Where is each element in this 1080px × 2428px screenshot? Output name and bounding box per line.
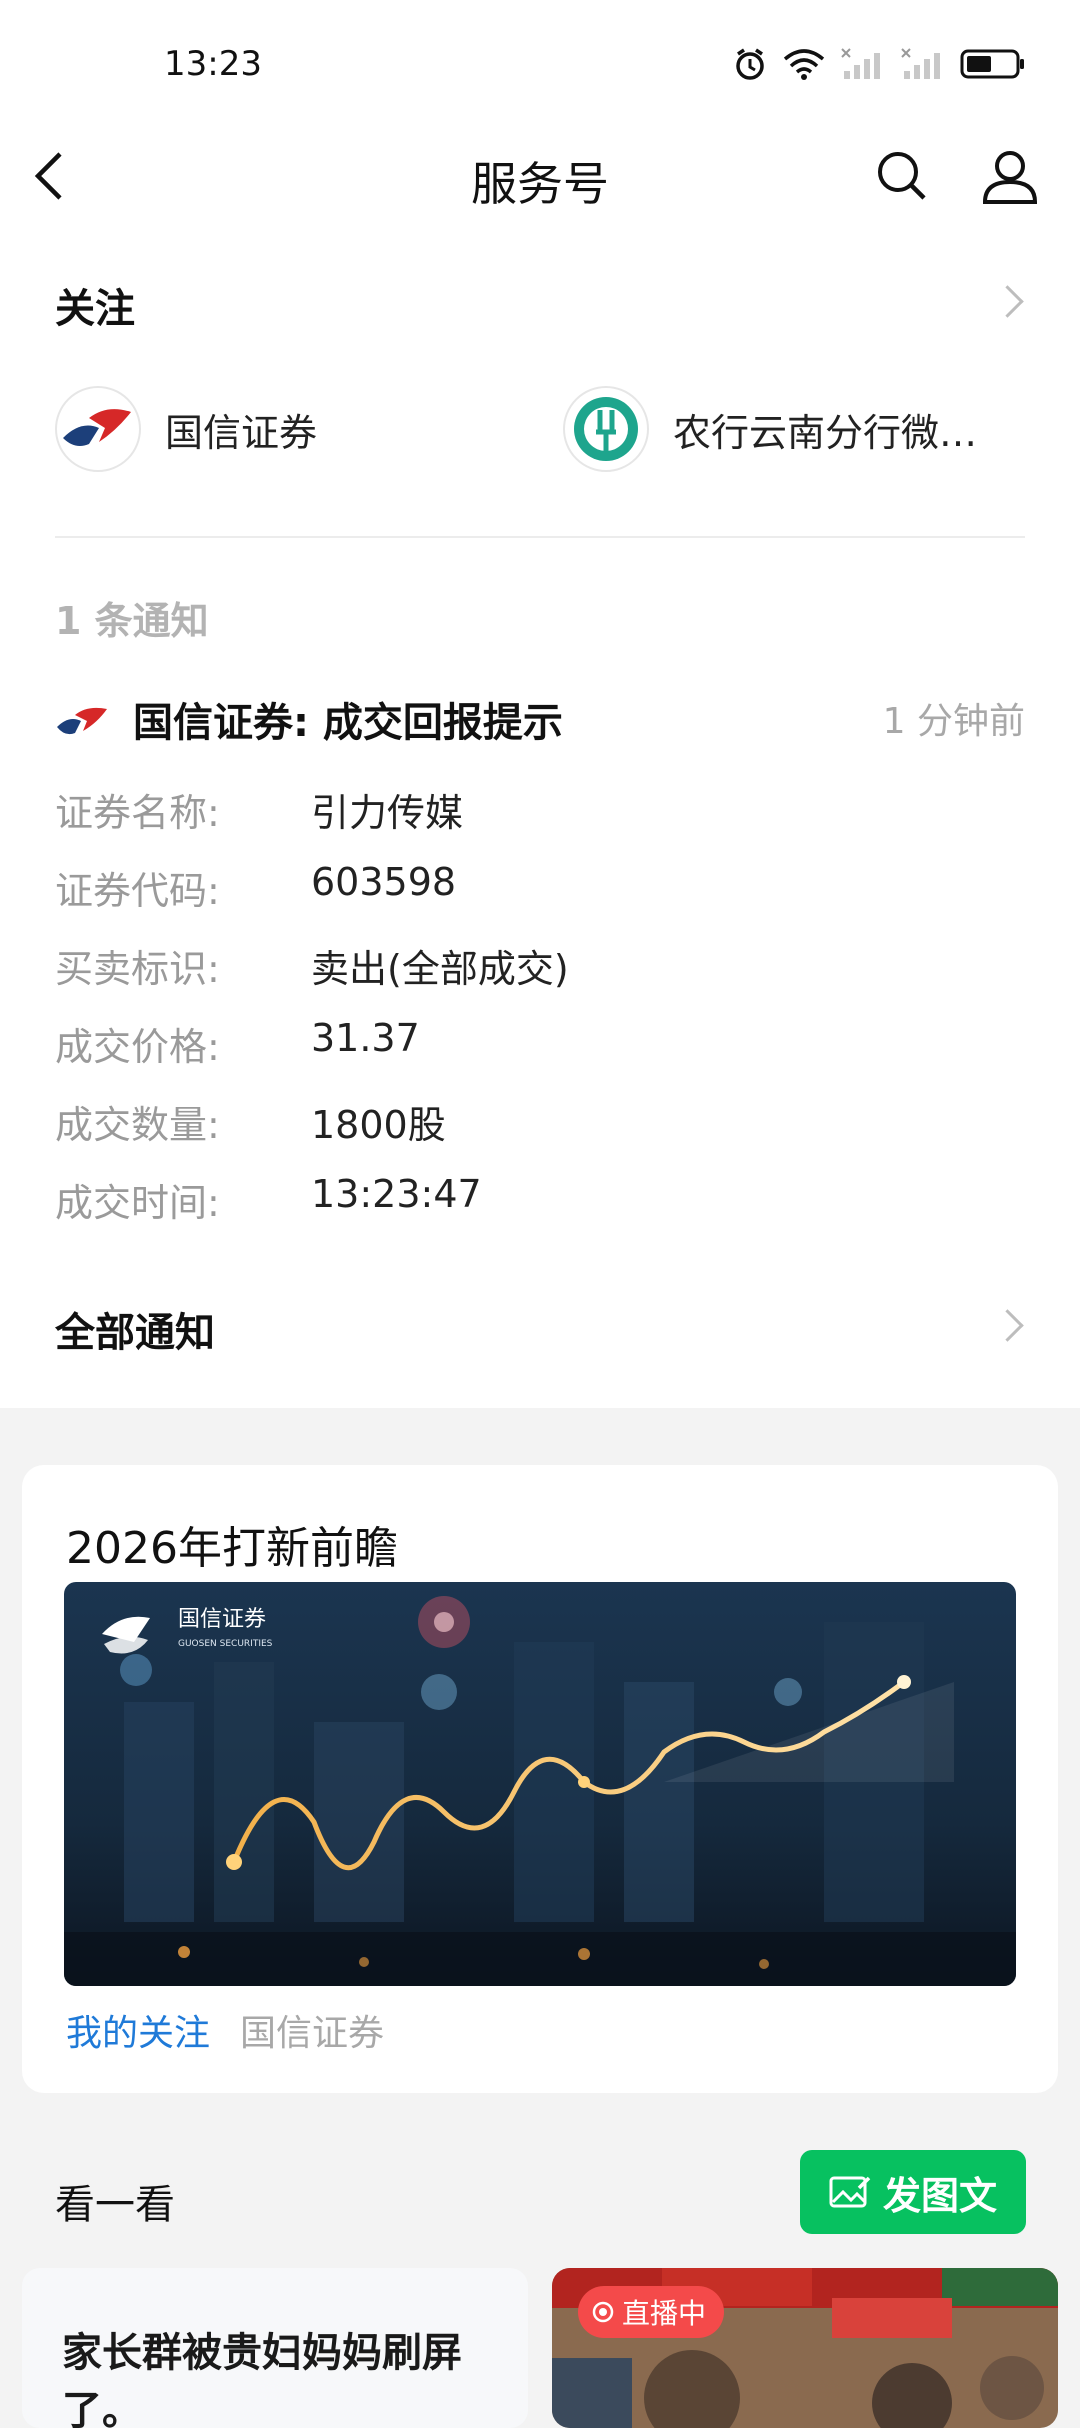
notice-row-value: 13:23:47 (311, 1172, 482, 1216)
tag-account[interactable]: 国信证券 (240, 2004, 384, 2056)
status-icons (732, 46, 1026, 82)
discover-heading: 看一看 (55, 2182, 175, 2228)
profile-button[interactable] (980, 146, 1040, 210)
post-image-text-button[interactable]: 发图文 (800, 2150, 1026, 2234)
signal-2-icon (901, 48, 940, 79)
notice-sender-title: 国信证券: 成交回报提示 (133, 700, 563, 746)
notice-row-value: 31.37 (311, 1016, 420, 1060)
banner-graphic: 国信证券 GUOSEN SECURITIES (64, 1582, 1016, 1986)
notice-row-label: 成交时间: (55, 1181, 220, 1225)
live-dot-icon (592, 2301, 614, 2323)
follow-item-guosen[interactable]: 国信证券 (55, 386, 317, 472)
user-icon (982, 151, 1038, 204)
notice-row-label: 证券名称: (55, 791, 220, 835)
banner-brand: 国信证券 (178, 1607, 266, 1632)
follow-item-abc[interactable]: 农行云南分行微… (563, 386, 977, 472)
signal-1-icon (841, 48, 880, 79)
notice-row-value: 卖出(全部成交) (311, 947, 569, 991)
article-title: 2026年打新前瞻 (66, 1523, 398, 1574)
notice-row-label: 成交价格: (55, 1025, 220, 1069)
wifi-icon (783, 49, 825, 80)
alarm-icon (736, 48, 764, 80)
notice-header[interactable]: 国信证券: 成交回报提示 (55, 690, 563, 748)
guosen-logo-small-icon (57, 707, 107, 735)
search-button[interactable] (874, 148, 930, 208)
notice-row-label: 买卖标识: (55, 947, 220, 991)
feed-card-title: 家长群被贵妇妈妈刷屏了。 (62, 2330, 462, 2428)
status-time: 13:23 (164, 44, 262, 84)
feed-card-live[interactable]: 直播中 (552, 2268, 1058, 2428)
follow-item-label: 国信证券 (165, 410, 318, 455)
notice-row-label: 证券代码: (55, 869, 220, 913)
notice-count: 1 条通知 (55, 599, 209, 643)
follow-heading: 关注 (55, 286, 135, 332)
article-banner-image[interactable]: 国信证券 GUOSEN SECURITIES (64, 1582, 1016, 1986)
live-label: 直播中 (622, 2297, 707, 2330)
notice-row-value: 引力传媒 (311, 791, 464, 835)
notice-row-value: 603598 (311, 860, 457, 904)
guosen-logo-icon (55, 386, 141, 472)
all-notices-link[interactable]: 全部通知 (55, 1300, 215, 1358)
search-icon (878, 152, 926, 200)
live-badge: 直播中 (578, 2286, 725, 2338)
image-edit-icon (829, 2176, 871, 2208)
divider (55, 536, 1025, 538)
notice-row-value: 1800股 (311, 1103, 446, 1147)
tag-my-follow[interactable]: 我的关注 (66, 2004, 210, 2056)
notice-time: 1 分钟前 (882, 701, 1025, 742)
battery-icon (960, 49, 1024, 79)
feed-card[interactable]: 家长群被贵妇妈妈刷屏了。 (22, 2268, 528, 2428)
notice-row-label: 成交数量: (55, 1103, 220, 1147)
abc-bank-logo-icon (563, 386, 649, 472)
follow-item-label: 农行云南分行微… (673, 410, 978, 455)
post-button-label: 发图文 (882, 2173, 997, 2218)
banner-brand-en: GUOSEN SECURITIES (178, 1639, 273, 1649)
